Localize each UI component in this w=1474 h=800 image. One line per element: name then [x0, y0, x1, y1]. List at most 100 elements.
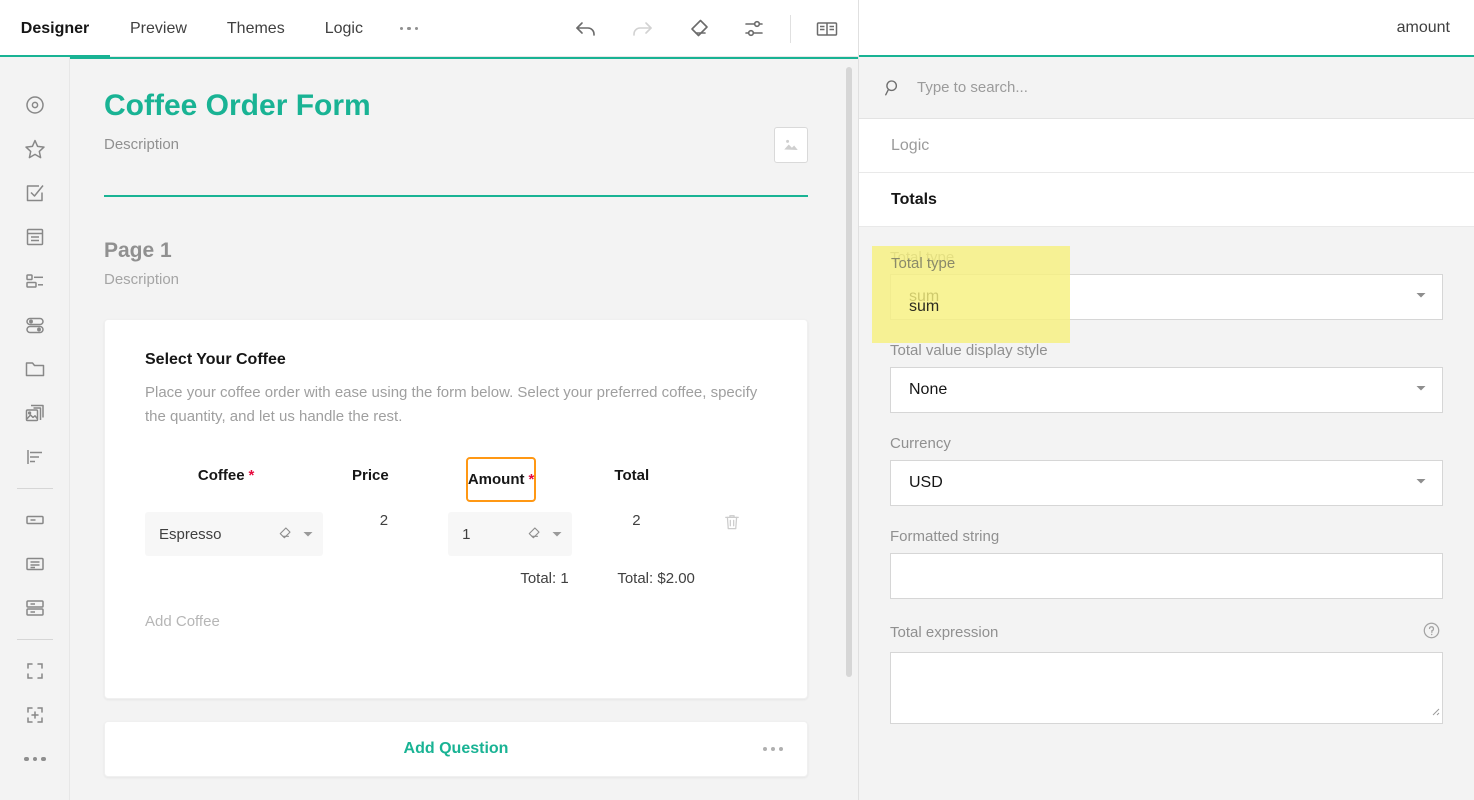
- clear-button[interactable]: [524, 525, 542, 543]
- search-input[interactable]: Type to search...: [917, 79, 1028, 96]
- rail-item-ranking[interactable]: [0, 435, 70, 479]
- tab-logic[interactable]: Logic: [305, 0, 383, 57]
- more-dots-icon: [763, 747, 783, 751]
- panel-section-logic[interactable]: Logic: [859, 119, 1474, 173]
- chevron-down-icon: [1414, 474, 1428, 493]
- eraser-icon: [275, 525, 293, 543]
- rail-item-matrix[interactable]: [0, 259, 70, 303]
- tab-preview[interactable]: Preview: [110, 0, 207, 57]
- matrix-column-header-coffee[interactable]: Coffee*: [145, 457, 307, 494]
- rail-item-more[interactable]: [0, 737, 70, 781]
- total-expression-textarea[interactable]: [890, 652, 1443, 724]
- rail-item-panels[interactable]: [0, 586, 70, 630]
- dropdown-list-icon: [23, 225, 47, 249]
- settings-button[interactable]: [726, 0, 782, 57]
- total-type-select[interactable]: sum: [890, 274, 1443, 320]
- question-card[interactable]: Select Your Coffee Place your coffee ord…: [104, 319, 808, 699]
- add-question-menu-button[interactable]: [763, 747, 783, 751]
- undo-button[interactable]: [558, 0, 614, 57]
- total-value: 2: [575, 512, 697, 529]
- rail-divider-1: [17, 488, 53, 489]
- rail-item-rating[interactable]: [0, 127, 70, 171]
- rail-item-checkbox[interactable]: [0, 171, 70, 215]
- cell-actions: [697, 512, 767, 537]
- label-total-value-display-style: Total value display style: [890, 342, 1443, 359]
- label-total-expression: Total expression: [890, 624, 998, 641]
- rail-item-image-picker[interactable]: [0, 391, 70, 435]
- totals-cell-amount: Total: 1: [433, 556, 568, 587]
- resize-handle[interactable]: [1428, 703, 1440, 721]
- documentation-button[interactable]: [799, 0, 855, 57]
- total-value-display-style-value: None: [909, 381, 1414, 399]
- header-rule: [104, 195, 808, 197]
- redo-button[interactable]: [614, 0, 670, 57]
- panel-section-totals[interactable]: Totals: [859, 173, 1474, 227]
- amount-dropdown[interactable]: 1: [448, 512, 572, 556]
- clear-button[interactable]: [670, 0, 726, 57]
- question-title[interactable]: Select Your Coffee: [145, 351, 767, 369]
- rail-item-dropdown[interactable]: [0, 215, 70, 259]
- formatted-string-input[interactable]: [890, 553, 1443, 599]
- matrix-column-header-price[interactable]: Price: [307, 457, 433, 494]
- delete-row-button[interactable]: [722, 512, 742, 537]
- checkbox-icon: [23, 181, 47, 205]
- matrix-column-header-amount[interactable]: Amount*: [433, 457, 568, 502]
- rail-item-text-block[interactable]: [0, 542, 70, 586]
- page-description[interactable]: Description: [104, 271, 808, 288]
- label-formatted-string: Formatted string: [890, 528, 1443, 545]
- label-total-expression-row: Total expression: [890, 621, 1443, 644]
- page-title[interactable]: Coffee Order Form: [104, 87, 808, 125]
- total-value-display-style-select[interactable]: None: [890, 367, 1443, 413]
- rail-item-panel-frame[interactable]: [0, 649, 70, 693]
- tab-more-button[interactable]: [383, 0, 435, 57]
- tab-strip: Designer Preview Themes Logic: [0, 0, 435, 57]
- chevron-down-icon[interactable]: [301, 527, 315, 541]
- matrix-totals-row: Total: 1 Total: $2.00: [145, 556, 767, 587]
- column-label-price: Price: [352, 467, 389, 484]
- matrix-column-header-total[interactable]: Total: [569, 457, 695, 494]
- designer-scrollbar[interactable]: [846, 67, 852, 677]
- matrix-dropdown-table: Coffee* Price Amount*: [145, 457, 767, 587]
- left-icon-rail: [0, 57, 70, 800]
- more-dots-icon: [400, 27, 419, 31]
- rail-item-file[interactable]: [0, 347, 70, 391]
- amount-total-label: Total: 1: [433, 556, 568, 587]
- chevron-down-icon: [1414, 288, 1428, 307]
- clear-button[interactable]: [275, 525, 293, 543]
- page-name[interactable]: Page 1: [104, 239, 808, 263]
- add-coffee-button[interactable]: Add Coffee: [145, 613, 767, 630]
- form-header: Coffee Order Form Description: [104, 87, 808, 173]
- chevron-down-icon[interactable]: [550, 527, 564, 541]
- property-panel: amount Type to search... Logic Totals To…: [858, 0, 1474, 800]
- add-question-bar[interactable]: Add Question: [104, 721, 808, 777]
- rail-item-single-input[interactable]: [0, 498, 70, 542]
- toolbar-divider: [790, 15, 791, 43]
- logo-upload-button[interactable]: [774, 127, 808, 163]
- tab-themes[interactable]: Themes: [207, 0, 305, 57]
- total-total-label: Total: $2.00: [569, 556, 695, 587]
- column-label-coffee: Coffee: [198, 467, 245, 484]
- price-value: 2: [323, 512, 445, 529]
- property-search-bar[interactable]: Type to search...: [859, 57, 1474, 119]
- question-description[interactable]: Place your coffee order with ease using …: [145, 381, 767, 429]
- tab-preview-label: Preview: [130, 20, 187, 38]
- tab-designer[interactable]: Designer: [0, 0, 110, 57]
- cell-coffee: Espresso: [145, 512, 323, 556]
- currency-select[interactable]: USD: [890, 460, 1443, 506]
- question-circle-icon: [1422, 621, 1441, 640]
- matrix-icon: [23, 269, 47, 293]
- field-total-type: Total type sum: [890, 249, 1443, 320]
- total-type-value: sum: [909, 288, 1414, 306]
- amount-value: 1: [462, 526, 516, 543]
- rail-item-toggles[interactable]: [0, 303, 70, 347]
- coffee-dropdown[interactable]: Espresso: [145, 512, 323, 556]
- settings-sliders-icon: [742, 17, 766, 41]
- form-description[interactable]: Description: [104, 136, 808, 153]
- help-button[interactable]: [1422, 621, 1441, 644]
- search-icon: [883, 78, 903, 98]
- property-panel-header: amount: [859, 0, 1474, 57]
- field-currency: Currency USD: [890, 435, 1443, 506]
- rail-item-general[interactable]: [0, 83, 70, 127]
- rail-item-add-panel[interactable]: [0, 693, 70, 737]
- text-block-icon: [23, 552, 47, 576]
